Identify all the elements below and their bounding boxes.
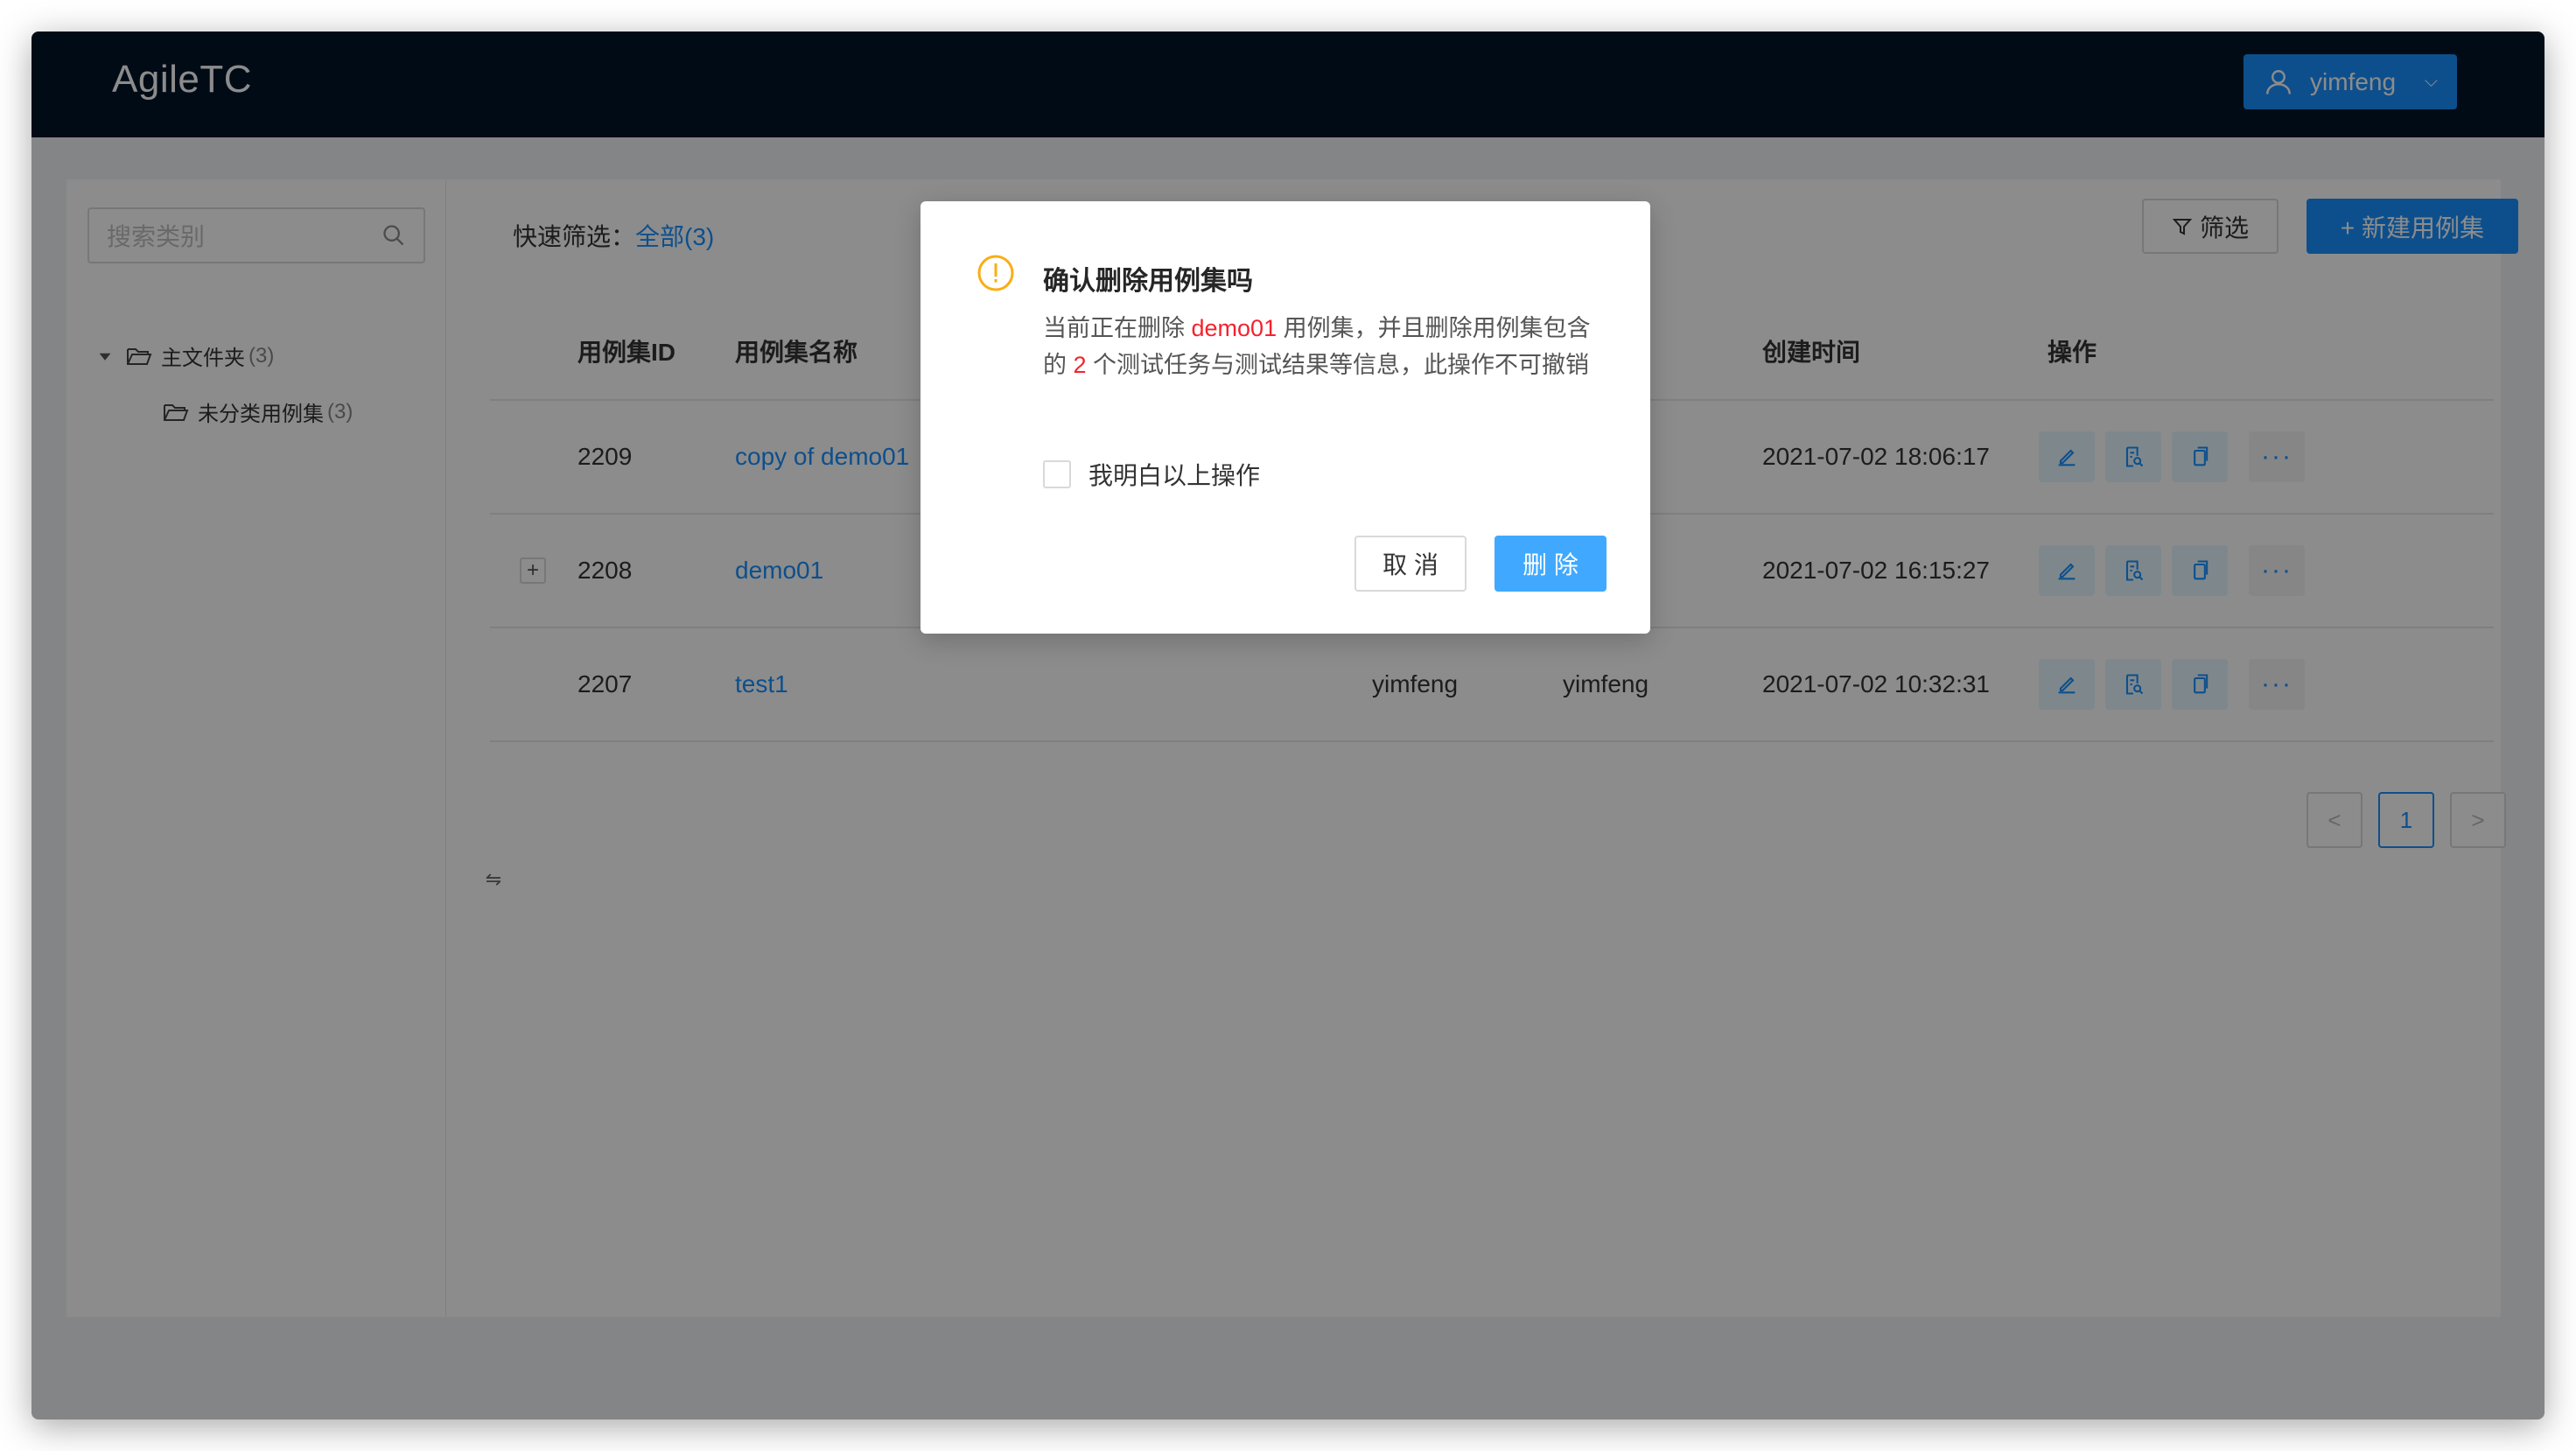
- delete-confirm-dialog: 确认删除用例集吗 当前正在删除 demo01 用例集，并且删除用例集包含的 2 …: [920, 201, 1650, 634]
- dialog-message: 当前正在删除 demo01 用例集，并且删除用例集包含的 2 个测试任务与测试结…: [1043, 310, 1603, 383]
- checkbox-box[interactable]: [1043, 460, 1071, 488]
- message-text: 当前正在删除: [1043, 315, 1192, 341]
- delete-button[interactable]: 删 除: [1494, 536, 1606, 592]
- message-task-count: 2: [1073, 352, 1087, 378]
- message-case-name: demo01: [1191, 315, 1278, 341]
- confirm-checkbox[interactable]: 我明白以上操作: [1043, 457, 1260, 492]
- message-text: 个测试任务与测试结果等信息，此操作不可撤销: [1086, 352, 1590, 378]
- app-window: AgileTC yimfeng ⌵ 搜索类别 主文件夹 (3) 未分类用例集 (…: [32, 32, 2544, 1419]
- dialog-title: 确认删除用例集吗: [1043, 267, 1253, 296]
- cancel-button[interactable]: 取 消: [1354, 536, 1466, 592]
- checkbox-label[interactable]: 我明白以上操作: [1088, 457, 1260, 492]
- warning-icon: [977, 255, 1014, 291]
